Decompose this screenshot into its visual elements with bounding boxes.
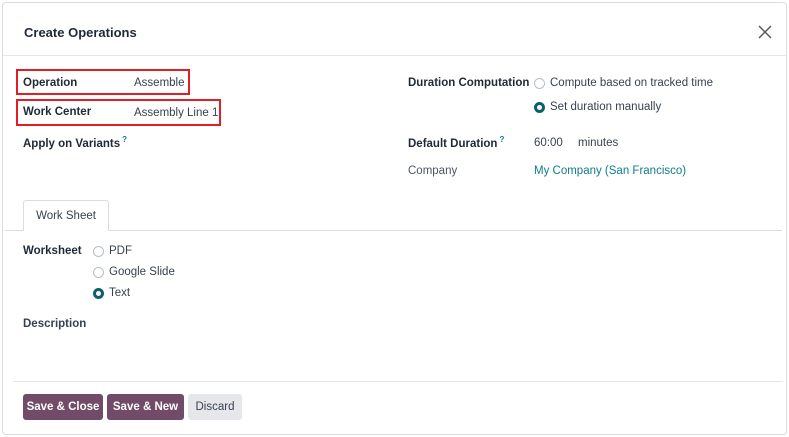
radio-compute-tracked-time-label[interactable]: Compute based on tracked time — [550, 77, 713, 89]
save-close-button[interactable]: Save & Close — [23, 394, 103, 420]
apply-on-variants-text: Apply on Variants — [23, 137, 121, 150]
radio-set-duration-manually-label[interactable]: Set duration manually — [550, 101, 661, 113]
operation-field[interactable]: Assemble — [134, 77, 185, 89]
work-center-label: Work Center — [23, 106, 92, 118]
radio-worksheet-text[interactable] — [93, 288, 104, 299]
radio-worksheet-google-slide[interactable] — [93, 267, 104, 278]
help-icon[interactable]: ? — [499, 135, 504, 144]
create-operations-dialog: Create Operations Operation Assemble Wor… — [2, 2, 787, 435]
default-duration-unit: minutes — [578, 137, 619, 149]
work-center-field[interactable]: Assembly Line 1 — [134, 107, 218, 119]
footer-divider — [13, 381, 783, 382]
duration-computation-label: Duration Computation — [408, 77, 530, 89]
default-duration-input[interactable]: 60:00 — [534, 137, 563, 149]
radio-set-duration-manually[interactable] — [534, 102, 545, 113]
help-icon[interactable]: ? — [122, 135, 127, 144]
company-label: Company — [408, 165, 458, 177]
default-duration-text: Default Duration — [408, 137, 498, 150]
radio-worksheet-google-slide-label[interactable]: Google Slide — [109, 266, 175, 278]
dialog-title: Create Operations — [24, 25, 137, 40]
tab-divider — [5, 230, 782, 231]
tab-work-sheet[interactable]: Work Sheet — [23, 200, 109, 231]
radio-worksheet-pdf-label[interactable]: PDF — [109, 245, 132, 257]
operation-label: Operation — [23, 77, 78, 89]
close-icon[interactable] — [756, 23, 774, 41]
radio-worksheet-text-label[interactable]: Text — [109, 287, 130, 299]
radio-compute-tracked-time[interactable] — [534, 78, 545, 89]
apply-on-variants-label: Apply on Variants? — [23, 135, 127, 150]
company-field[interactable]: My Company (San Francisco) — [534, 165, 686, 177]
radio-worksheet-pdf[interactable] — [93, 246, 104, 257]
save-new-button[interactable]: Save & New — [107, 394, 184, 420]
discard-button[interactable]: Discard — [188, 394, 242, 420]
description-label: Description — [23, 318, 87, 330]
default-duration-label: Default Duration? — [408, 135, 504, 150]
worksheet-label: Worksheet — [23, 245, 82, 257]
header-divider — [3, 55, 786, 56]
